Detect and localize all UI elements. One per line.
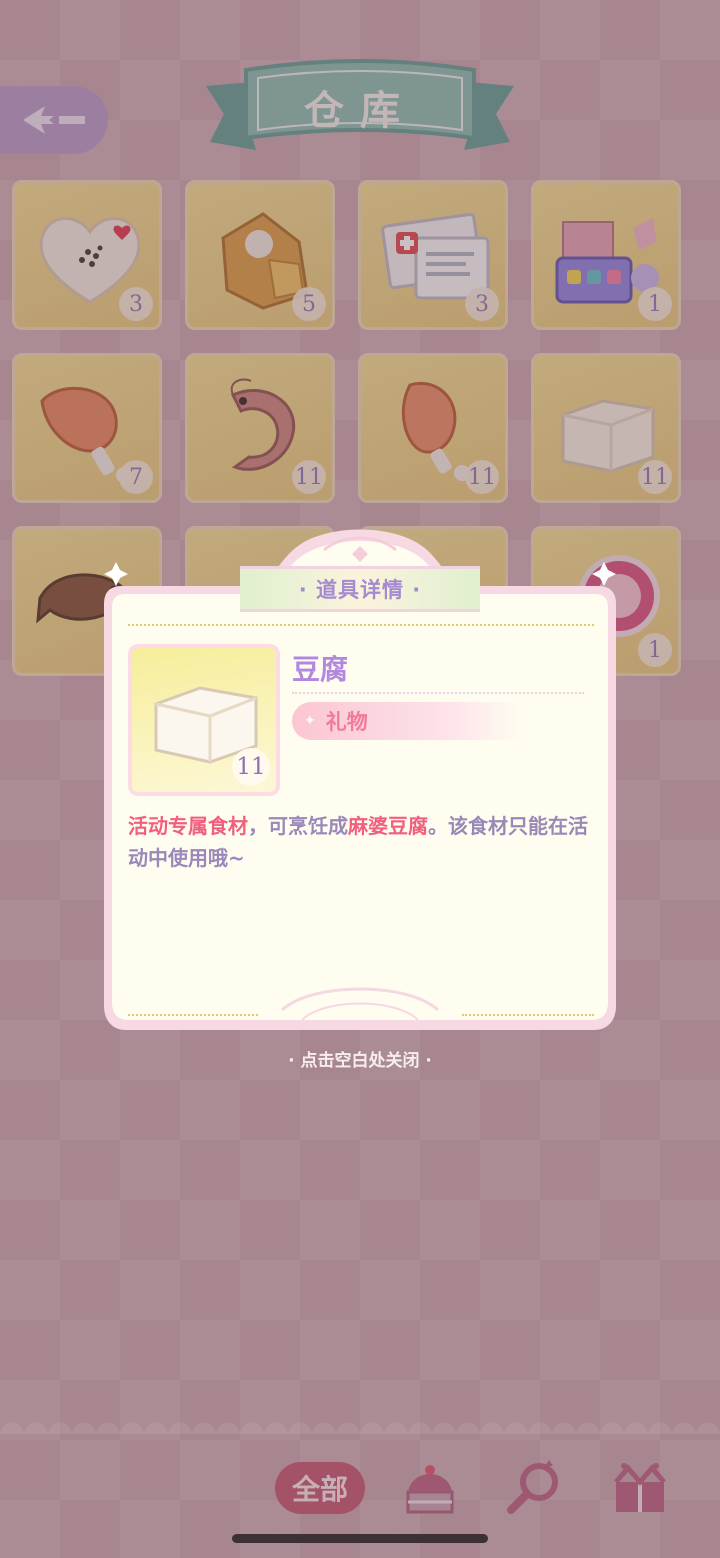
modal-title: · 道具详情 · [240,566,480,612]
item-thumbnail: 11 [128,644,280,796]
desc-text: ，可烹饪成 [248,814,348,838]
item-count: 11 [232,748,270,786]
item-category-tag: ✦ 礼物 [292,702,522,740]
close-hint: · 点击空白处关闭 · [288,1051,432,1071]
desc-highlight-ingredient: 活动专属食材 [128,814,248,838]
desc-highlight-dish: 麻婆豆腐 [348,814,428,838]
name-divider [292,692,584,694]
item-detail-modal: · 道具详情 · 11 豆腐 ✦ 礼物 活动专属食材，可烹饪成麻婆豆腐。该食材只… [102,520,618,1036]
footer-divider-left [128,1014,258,1016]
item-description: 活动专属食材，可烹饪成麻婆豆腐。该食材只能在活动中使用哦~ [128,810,598,874]
header-divider [128,624,594,626]
item-name: 豆腐 [292,653,349,686]
footer-divider-right [462,1014,594,1016]
item-category-label: 礼物 [325,710,368,734]
sparkle-icon: ✦ [304,713,316,729]
warehouse-screen: 仓库 3 5 3 1 7 11 11 11 1 全部 · 道具详情 · 11 豆… [0,0,720,1558]
